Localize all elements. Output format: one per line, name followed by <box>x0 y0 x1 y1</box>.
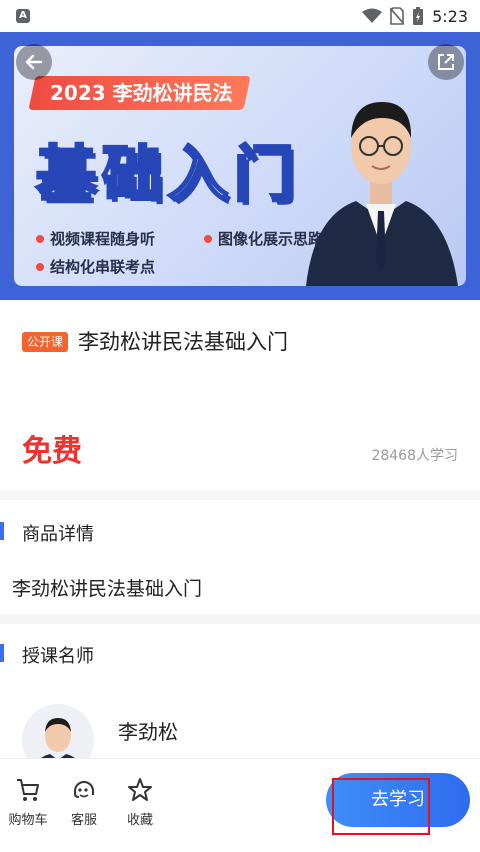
banner-title-text: 2023 李劲松讲民法 <box>50 81 233 105</box>
banner-title: 2023 李劲松讲民法 <box>28 76 251 110</box>
banner-feature: 结构化串联考点 <box>36 256 155 277</box>
course-banner: 2023 李劲松讲民法 基础入门 视频课程随身听 图像化展示思路 结构化串联考点 <box>0 32 480 300</box>
favorite-label: 收藏 <box>126 813 153 828</box>
back-button[interactable] <box>16 44 52 80</box>
teacher-portrait <box>306 102 458 286</box>
app-notification-icon: A <box>16 9 30 23</box>
banner-big-title: 基础入门 <box>35 139 300 212</box>
wifi-icon <box>362 8 383 23</box>
section-accent-bar <box>0 644 4 662</box>
details-content: 李劲松讲民法基础入门 <box>12 578 203 600</box>
customer-service-icon <box>74 781 94 798</box>
status-icons: 5:23 <box>362 6 468 26</box>
star-icon <box>128 778 152 801</box>
course-info: 公开课 李劲松讲民法基础入门 免费 28468人学习 <box>0 300 480 490</box>
details-section-header: 商品详情 <box>0 512 480 552</box>
teacher-name: 李劲松 <box>118 720 178 744</box>
customer-service-button[interactable]: 客服 <box>56 777 112 828</box>
favorite-button[interactable]: 收藏 <box>112 777 168 828</box>
bullet-dot <box>36 234 44 243</box>
banner-feature: 视频课程随身听 <box>36 228 155 249</box>
details-heading: 商品详情 <box>22 524 94 545</box>
teacher-heading: 授课名师 <box>22 646 94 667</box>
learner-count: 28468人学习 <box>371 448 458 464</box>
share-icon <box>438 54 454 70</box>
section-divider <box>0 614 480 624</box>
no-sim-icon <box>390 7 405 25</box>
share-button[interactable] <box>428 44 464 80</box>
status-bar: A 5:23 <box>0 0 480 32</box>
customer-service-label: 客服 <box>70 813 97 828</box>
clock: 5:23 <box>432 6 468 26</box>
section-accent-bar <box>0 522 4 540</box>
arrow-left-icon <box>25 54 43 70</box>
cart-button[interactable]: 购物车 <box>0 777 56 828</box>
cart-icon <box>17 779 39 801</box>
bullet-dot <box>36 262 44 271</box>
bullet-dot <box>204 234 212 243</box>
course-tag-badge: 公开课 <box>22 332 69 352</box>
section-divider <box>0 490 480 500</box>
highlight-annotation-box <box>332 778 430 835</box>
teacher-section-header: 授课名师 <box>0 634 480 674</box>
banner-poster: 2023 李劲松讲民法 基础入门 视频课程随身听 图像化展示思路 结构化串联考点 <box>14 46 466 286</box>
course-title: 李劲松讲民法基础入门 <box>78 330 288 354</box>
cart-label: 购物车 <box>8 813 48 828</box>
course-price: 免费 <box>22 434 82 469</box>
battery-charging-icon <box>413 7 424 25</box>
